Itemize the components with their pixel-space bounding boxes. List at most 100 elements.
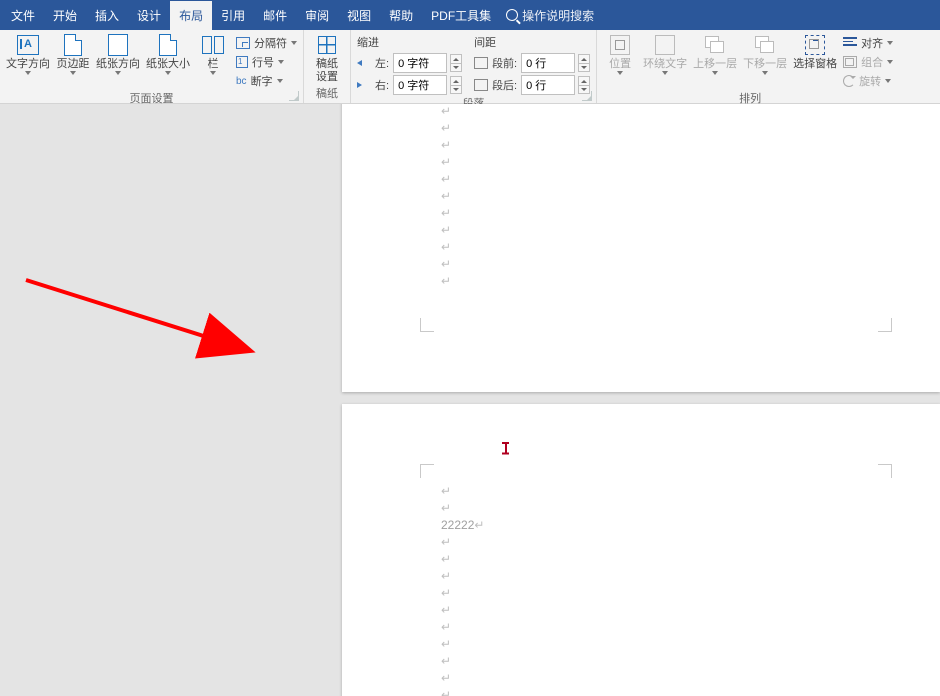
indent-left-icon — [357, 60, 371, 66]
tab-pdf-tools[interactable]: PDF工具集 — [422, 1, 500, 30]
paragraph-mark-icon: ↵ — [441, 671, 451, 685]
chevron-down-icon — [712, 71, 718, 75]
tab-file[interactable]: 文件 — [2, 1, 44, 30]
chevron-down-icon — [887, 60, 893, 64]
orientation-button[interactable]: 纸张方向 — [96, 34, 140, 75]
line-numbers-button[interactable]: 行号 — [236, 53, 297, 71]
selection-pane-icon — [805, 35, 825, 55]
paragraph-mark-icon: ↵ — [441, 155, 451, 169]
tell-me-search[interactable]: 操作说明搜索 — [506, 7, 594, 24]
tab-design[interactable]: 设计 — [128, 1, 170, 30]
orientation-icon — [108, 34, 128, 56]
chevron-down-icon — [617, 71, 623, 75]
paragraph-mark-icon: ↵ — [474, 518, 484, 532]
ribbon: 文字方向 页边距 纸张方向 纸张大小 栏 — [0, 30, 940, 104]
indent-left-field[interactable]: 左: — [357, 53, 462, 73]
chevron-down-icon — [165, 71, 171, 75]
paper-size-icon — [159, 34, 177, 56]
paper-size-button[interactable]: 纸张大小 — [146, 34, 190, 75]
document-area[interactable]: ↵ ↵ ↵ ↵ ↵ ↵ ↵ ↵ ↵ ↵ ↵ ↵ ↵ 22222↵ ↵ ↵ ↵ ↵… — [0, 104, 940, 696]
tab-references[interactable]: 引用 — [212, 1, 254, 30]
orientation-label: 纸张方向 — [96, 58, 140, 71]
columns-icon — [202, 36, 224, 54]
spacing-before-field[interactable]: 段前: — [474, 53, 590, 73]
indent-right-input[interactable] — [393, 75, 447, 95]
spacing-after-icon — [474, 79, 488, 91]
paragraph-mark-icon: ↵ — [441, 121, 451, 135]
hyphenation-icon: bc — [236, 76, 247, 87]
indent-title: 缩进 — [357, 34, 462, 50]
annotation-arrow-icon — [24, 274, 284, 364]
spacing-after-label: 段后: — [492, 77, 517, 93]
breaks-icon — [236, 37, 250, 49]
page-1[interactable]: ↵ ↵ ↵ ↵ ↵ ↵ ↵ ↵ ↵ ↵ ↵ — [342, 104, 940, 392]
tab-help[interactable]: 帮助 — [380, 1, 422, 30]
spacing-before-spinner[interactable] — [578, 54, 590, 72]
bring-forward-icon — [705, 36, 725, 54]
paragraph-dialog-launcher[interactable] — [582, 91, 592, 101]
search-icon — [506, 9, 518, 21]
text-cursor-icon — [502, 442, 509, 454]
text-direction-label: 文字方向 — [6, 58, 50, 71]
spacing-before-input[interactable] — [521, 53, 575, 73]
spacing-after-field[interactable]: 段后: — [474, 75, 590, 95]
paragraph-mark-icon: ↵ — [441, 138, 451, 152]
margin-mark-icon — [878, 318, 892, 332]
position-button: 位置 — [603, 34, 637, 75]
align-button[interactable]: 对齐 — [843, 34, 897, 52]
chevron-down-icon — [887, 41, 893, 45]
rotate-button: 旋转 — [843, 72, 897, 90]
wrap-text-label: 环绕文字 — [643, 58, 687, 71]
document-text[interactable]: 22222↵ — [441, 518, 484, 532]
chevron-down-icon — [25, 71, 31, 75]
text-direction-icon — [17, 35, 39, 55]
group-arrange: 位置 环绕文字 上移一层 下移一层 选择窗格 — [597, 30, 903, 103]
paragraph-mark-icon: ↵ — [441, 688, 451, 696]
wrap-text-icon — [655, 35, 675, 55]
tab-insert[interactable]: 插入 — [86, 1, 128, 30]
paragraph-mark-icon: ↵ — [441, 637, 451, 651]
paragraph-mark-icon: ↵ — [441, 586, 451, 600]
hyphenation-button[interactable]: bc 断字 — [236, 72, 297, 90]
menu-tabbar: 文件 开始 插入 设计 布局 引用 邮件 审阅 视图 帮助 PDF工具集 操作说… — [0, 0, 940, 30]
indent-left-label: 左: — [375, 55, 389, 71]
indent-left-spinner[interactable] — [450, 54, 462, 72]
chevron-down-icon — [885, 79, 891, 83]
selection-pane-button[interactable]: 选择窗格 — [793, 34, 837, 71]
chevron-down-icon — [662, 71, 668, 75]
spacing-title: 间距 — [474, 34, 590, 50]
chevron-down-icon — [277, 79, 283, 83]
text-direction-button[interactable]: 文字方向 — [6, 34, 50, 75]
send-backward-label: 下移一层 — [743, 58, 787, 71]
paragraph-mark-icon: ↵ — [441, 274, 451, 288]
margin-mark-icon — [878, 464, 892, 478]
paragraph-mark-icon: ↵ — [441, 189, 451, 203]
chevron-down-icon — [115, 71, 121, 75]
indent-right-spinner[interactable] — [450, 76, 462, 94]
tab-home[interactable]: 开始 — [44, 1, 86, 30]
indent-left-input[interactable] — [393, 53, 447, 73]
wrap-text-button: 环绕文字 — [643, 34, 687, 75]
tab-review[interactable]: 审阅 — [296, 1, 338, 30]
columns-button[interactable]: 栏 — [196, 34, 230, 75]
page-2[interactable]: ↵ ↵ 22222↵ ↵ ↵ ↵ ↵ ↵ ↵ ↵ ↵ ↵ ↵ ↵ ↵ ↵ ↵ ↵ — [342, 404, 940, 696]
spacing-before-icon — [474, 57, 488, 69]
paragraph-mark-icon: ↵ — [441, 484, 451, 498]
manuscript-settings-button[interactable]: 稿纸 设置 — [310, 34, 344, 84]
chevron-down-icon — [210, 71, 216, 75]
line-numbers-label: 行号 — [252, 54, 274, 70]
columns-label: 栏 — [208, 58, 219, 71]
rotate-label: 旋转 — [859, 73, 881, 89]
position-icon — [610, 35, 630, 55]
tab-layout[interactable]: 布局 — [170, 1, 212, 30]
margins-button[interactable]: 页边距 — [56, 34, 90, 75]
breaks-button[interactable]: 分隔符 — [236, 34, 297, 52]
paragraph-mark-icon: ↵ — [441, 535, 451, 549]
tab-view[interactable]: 视图 — [338, 1, 380, 30]
page-setup-dialog-launcher[interactable] — [289, 91, 299, 101]
line-numbers-icon — [236, 56, 248, 68]
margins-icon — [64, 34, 82, 56]
spacing-after-input[interactable] — [521, 75, 575, 95]
tab-mailings[interactable]: 邮件 — [254, 1, 296, 30]
indent-right-field[interactable]: 右: — [357, 75, 462, 95]
